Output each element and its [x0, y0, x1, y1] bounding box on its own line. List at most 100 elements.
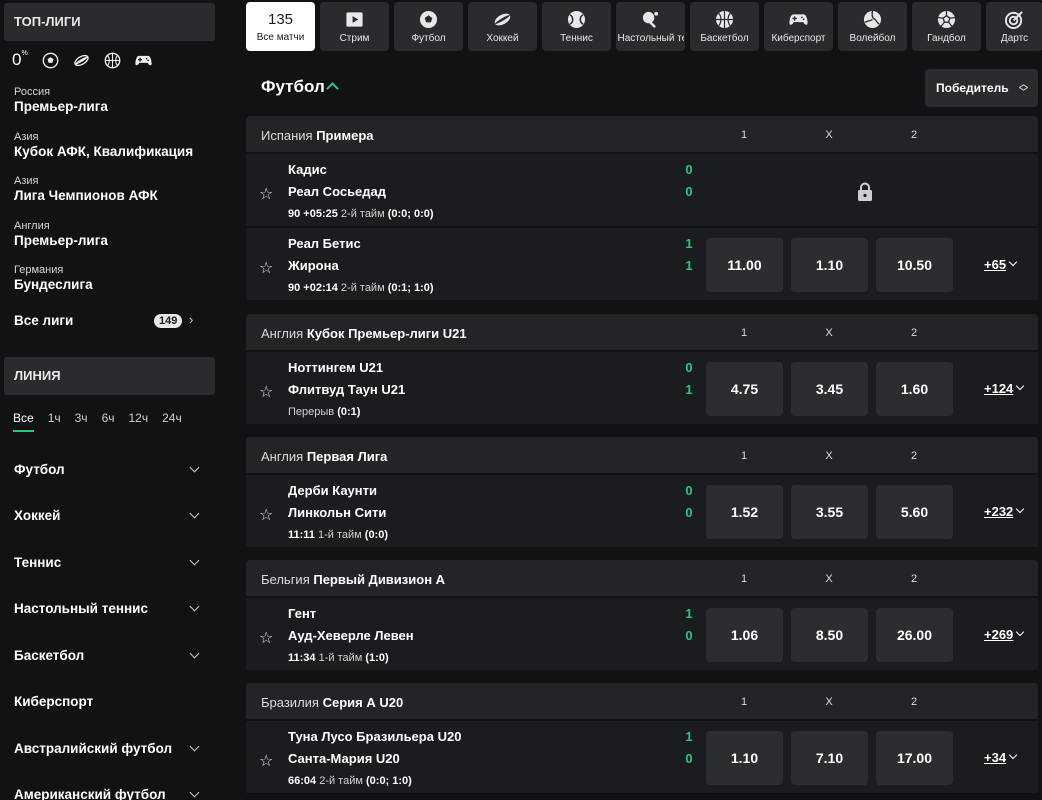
match-period: 2-й тайм — [340, 282, 385, 294]
time-tab-24h[interactable]: 24ч — [162, 411, 182, 432]
odds-button[interactable]: 10.50 — [876, 238, 953, 292]
esports-icon[interactable] — [135, 52, 152, 69]
top-league-item[interactable]: Азия Лига Чемпионов АФК — [14, 174, 158, 204]
top-league-item[interactable]: Англия Премьер-лига — [14, 219, 108, 249]
tab-hockey[interactable]: Хоккей — [468, 2, 537, 51]
match-period: 2-й тайм — [319, 775, 363, 787]
match-period: Перерыв — [288, 406, 335, 418]
hockey-icon[interactable] — [73, 52, 90, 69]
sidebar-sport-table-tennis[interactable]: Настольный теннис — [14, 601, 204, 616]
score-home: 1 — [685, 606, 693, 621]
tab-football[interactable]: Футбол — [394, 2, 463, 51]
match-row[interactable]: ☆ Туна Лусо Бразильера U20 Санта-Мария U20… — [246, 721, 1038, 795]
odds-button[interactable]: 3.55 — [791, 485, 868, 539]
match-row[interactable]: ☆ Ноттингем U21 Флитвуд Таун U21 0 1 Перерыв … — [246, 352, 1038, 426]
league-header[interactable]: Бельгия Первый Дивизион А 1 X 2 — [246, 560, 1038, 598]
time-tab-6h[interactable]: 6ч — [102, 411, 115, 432]
darts-icon — [1005, 10, 1023, 29]
basketball-icon[interactable] — [104, 52, 121, 69]
more-markets-link[interactable]: +124 — [984, 381, 1013, 396]
match-period: 1-й тайм — [318, 652, 363, 664]
market-select[interactable]: Победитель ︿ ﹀ — [925, 69, 1038, 107]
odds-column-header: X — [825, 129, 833, 141]
sidebar-sport-esports[interactable]: Киберспорт — [14, 694, 204, 709]
time-tab-12h[interactable]: 12ч — [129, 411, 149, 432]
score-away: 0 — [685, 751, 693, 766]
odds-button[interactable]: 26.00 — [876, 608, 953, 662]
odds-column-header: 2 — [910, 573, 918, 585]
tab-stream[interactable]: Стрим — [320, 2, 389, 51]
chevron-up-icon[interactable] — [326, 82, 339, 95]
time-filter-tabs: Все 1ч 3ч 6ч 12ч 24ч — [13, 411, 182, 432]
more-markets-link[interactable]: +269 — [984, 627, 1013, 642]
chevron-down-icon — [189, 508, 200, 519]
match-row[interactable]: ☆ Кадис Реал Сосьедад 0 0 90 +05:25 2-й тайм … — [246, 154, 1038, 228]
match-time: 90 +02:14 — [288, 282, 338, 294]
odds-button[interactable]: 5.60 — [876, 485, 953, 539]
league-header[interactable]: Англия Кубок Премьер-лиги U21 1 X 2 — [246, 314, 1038, 352]
sidebar-sport-tennis[interactable]: Теннис — [14, 555, 204, 570]
league-header[interactable]: Бразилия Серия А U20 1 X 2 — [246, 683, 1038, 721]
odds-button[interactable]: 1.10 — [791, 238, 868, 292]
football-icon[interactable] — [42, 52, 59, 69]
star-icon[interactable]: ☆ — [259, 751, 273, 771]
league-header[interactable]: Испания Примера 1 X 2 — [246, 116, 1038, 154]
odds-button[interactable]: 4.75 — [706, 362, 783, 416]
tab-all-matches[interactable]: 135 Все матчи — [246, 2, 315, 51]
sidebar-sport-australian-football[interactable]: Австралийский футбол — [14, 741, 204, 756]
tab-darts[interactable]: Дартс — [986, 2, 1042, 51]
all-matches-count: 135 — [267, 10, 294, 28]
top-league-item[interactable]: Россия Премьер-лига — [14, 85, 108, 115]
odds-column-header: 1 — [740, 450, 748, 462]
star-icon[interactable]: ☆ — [259, 382, 273, 402]
odds-button[interactable]: 1.52 — [706, 485, 783, 539]
star-icon[interactable]: ☆ — [259, 184, 273, 204]
sidebar-sport-hockey[interactable]: Хоккей — [14, 508, 204, 523]
star-icon[interactable]: ☆ — [259, 258, 273, 278]
match-status: 11:34 1-й тайм (1:0) — [288, 652, 389, 664]
odds-button[interactable]: 1.60 — [876, 362, 953, 416]
time-tab-1h[interactable]: 1ч — [48, 411, 61, 432]
top-league-item[interactable]: Азия Кубок АФК, Квалификация — [14, 130, 193, 160]
more-markets-link[interactable]: +34 — [984, 750, 1006, 765]
star-icon[interactable]: ☆ — [259, 628, 273, 648]
all-leagues-link[interactable]: Все лиги — [14, 313, 73, 328]
team-home: Реал Бетис — [288, 236, 361, 251]
sidebar-sport-football[interactable]: Футбол — [14, 462, 204, 477]
team-away: Санта-Мария U20 — [288, 751, 400, 766]
score-away: 0 — [685, 628, 693, 643]
odds-button[interactable]: 1.10 — [706, 731, 783, 785]
chevron-down-icon — [1016, 627, 1025, 637]
hockey-icon — [494, 13, 511, 25]
match-row[interactable]: ☆ Реал Бетис Жирона 1 1 90 +02:14 2-й тайм (0… — [246, 228, 1038, 302]
score-away: 1 — [685, 258, 693, 273]
more-markets-link[interactable]: +232 — [984, 504, 1013, 519]
zero-margin-filter[interactable]: 0% — [12, 50, 28, 70]
odds-button[interactable]: 11.00 — [706, 238, 783, 292]
league-header[interactable]: Англия Первая Лига 1 X 2 — [246, 437, 1038, 475]
match-row[interactable]: ☆ Гент Ауд-Хеверле Левен 1 0 11:34 1-й тайм (… — [246, 598, 1038, 672]
odds-button[interactable]: 3.45 — [791, 362, 868, 416]
top-league-item[interactable]: Германия Бундеслига — [14, 263, 93, 293]
tab-handball[interactable]: Гандбол — [912, 2, 981, 51]
tab-table-tennis[interactable]: Настольный теннис — [616, 2, 685, 51]
sidebar-sport-basketball[interactable]: Баскетбол — [14, 648, 204, 663]
time-tab-all[interactable]: Все — [13, 411, 34, 432]
star-icon[interactable]: ☆ — [259, 505, 273, 525]
tab-basketball[interactable]: Баскетбол — [690, 2, 759, 51]
more-markets-link[interactable]: +65 — [984, 257, 1006, 272]
match-time: 11:11 — [288, 529, 315, 541]
odds-button[interactable]: 8.50 — [791, 608, 868, 662]
time-tab-3h[interactable]: 3ч — [75, 411, 88, 432]
sidebar-sport-american-football[interactable]: Американский футбол — [14, 787, 204, 800]
tab-volleyball[interactable]: Волейбол — [838, 2, 907, 51]
tab-esports[interactable]: Киберспорт — [764, 2, 833, 51]
match-row[interactable]: ☆ Дерби Каунти Линкольн Сити 0 0 11:11 1-й та… — [246, 475, 1038, 549]
tab-tennis[interactable]: Теннис — [542, 2, 611, 51]
odds-button[interactable]: 17.00 — [876, 731, 953, 785]
sport-tabs: 135 Все матчи Стрим Футбол Хоккей Теннис… — [246, 2, 1042, 51]
all-leagues-count-badge: 149 — [154, 314, 183, 328]
match-status: 66:04 2-й тайм (0:0; 1:0) — [288, 775, 412, 787]
odds-button[interactable]: 1.06 — [706, 608, 783, 662]
odds-button[interactable]: 7.10 — [791, 731, 868, 785]
